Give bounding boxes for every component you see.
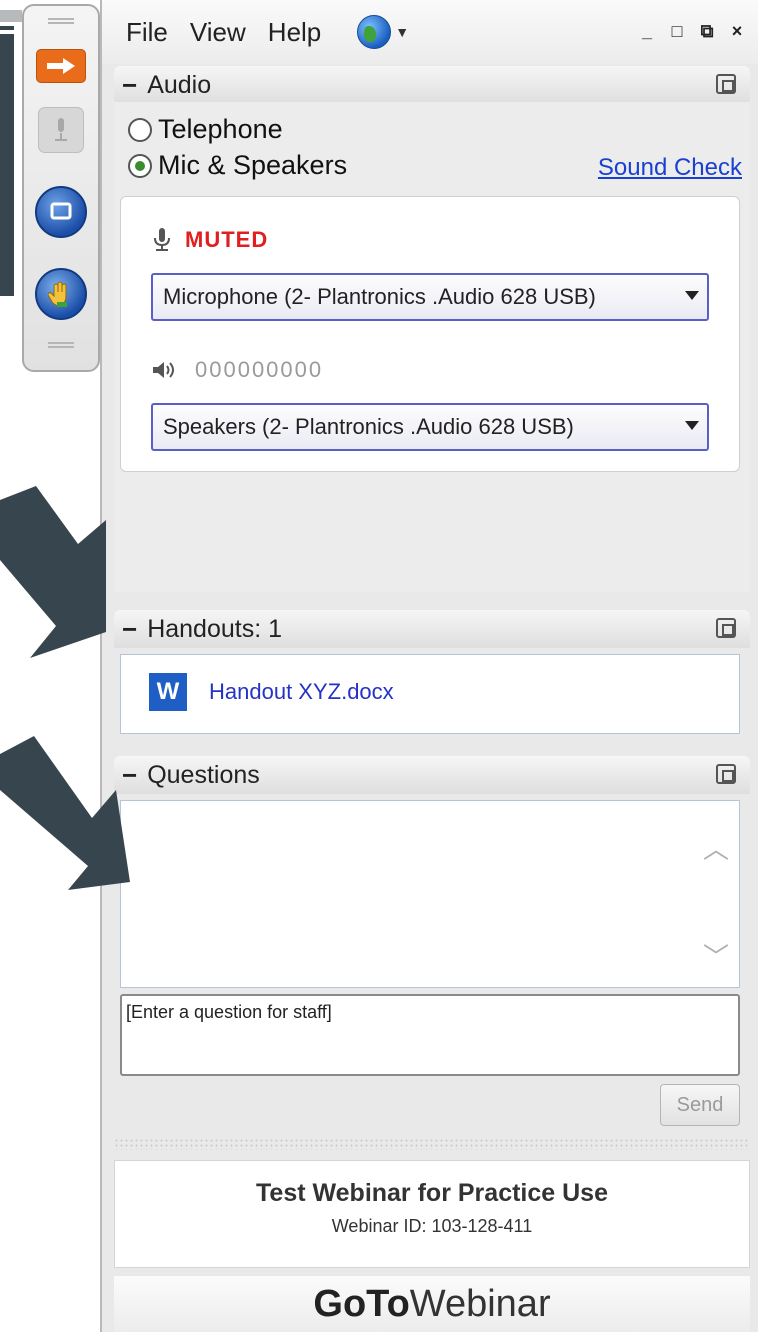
control-toolbar: [22, 4, 100, 372]
arrow-right-icon: [47, 58, 75, 74]
gotowebinar-logo: GoToWebinar: [114, 1276, 750, 1332]
microphone-icon: [55, 118, 67, 141]
handout-file-link[interactable]: Handout XYZ.docx: [209, 679, 394, 705]
microphone-icon: [154, 228, 170, 251]
questions-section-header: − Questions: [114, 756, 750, 794]
chevron-down-icon: ▼: [395, 24, 410, 40]
popout-questions-icon[interactable]: [716, 764, 736, 784]
webinar-control-panel: File View Help ▼ _ □ ⧉ × − Audio Telepho…: [100, 0, 758, 1332]
microphone-select-value: Microphone (2- Plantronics .Audio 628 US…: [163, 284, 596, 309]
speaker-level: 000000000: [151, 357, 323, 383]
handouts-section-header: − Handouts: 1: [114, 610, 750, 648]
muted-label: MUTED: [185, 227, 269, 252]
speaker-icon: [153, 362, 174, 378]
grip-top[interactable]: [48, 18, 74, 24]
audio-settings-card: MUTED Microphone (2- Plantronics .Audio …: [120, 196, 740, 472]
brand-bold: GoTo: [313, 1283, 410, 1325]
language-button[interactable]: ▼: [357, 15, 409, 49]
telephone-radio[interactable]: [128, 117, 152, 142]
speakers-select-value: Speakers (2- Plantronics .Audio 628 USB): [163, 414, 574, 439]
menu-bar: File View Help ▼ _ □ ⧉ ×: [102, 0, 758, 64]
globe-icon: [357, 15, 392, 49]
background-bar: [0, 10, 22, 22]
mic-speakers-label: Mic & Speakers: [158, 150, 348, 180]
menu-help[interactable]: Help: [268, 17, 321, 48]
send-button[interactable]: Send: [660, 1084, 740, 1126]
audio-section-header: − Audio: [114, 66, 750, 104]
audio-panel: Telephone Mic & Speakers Sound Check MUT…: [114, 102, 750, 592]
microphone-select[interactable]: Microphone (2- Plantronics .Audio 628 US…: [151, 273, 709, 321]
chevron-down-icon: [685, 291, 699, 300]
screen-icon: [50, 202, 72, 220]
background-panel: [0, 34, 14, 296]
mic-speakers-option[interactable]: Mic & Speakers: [128, 150, 347, 181]
word-document-icon: W: [149, 673, 187, 711]
scroll-up-icon[interactable]: ︿: [703, 829, 729, 866]
background-line: [0, 26, 14, 30]
popout-handouts-icon[interactable]: [716, 618, 736, 638]
raise-hand-button[interactable]: [32, 264, 90, 324]
toggle-panel-button[interactable]: [32, 46, 90, 86]
questions-title: Questions: [147, 760, 260, 789]
collapse-questions-button[interactable]: −: [122, 762, 137, 788]
menu-file[interactable]: File: [126, 17, 168, 48]
webinar-id: Webinar ID: 103-128-411: [331, 1216, 533, 1236]
sound-check-link[interactable]: Sound Check: [598, 154, 742, 182]
chevron-down-icon: [685, 421, 699, 430]
handouts-list: W Handout XYZ.docx: [120, 654, 740, 734]
mic-speakers-radio[interactable]: [128, 153, 152, 178]
mute-status: MUTED: [151, 227, 268, 253]
handouts-title: Handouts: 1: [147, 614, 283, 643]
grip-bottom[interactable]: [48, 342, 74, 348]
hand-icon: [48, 281, 67, 307]
window-controls: _ □ ⧉ ×: [636, 20, 748, 42]
arrow-to-handouts: [0, 486, 106, 658]
screen-share-button[interactable]: [32, 182, 90, 242]
popout-audio-icon[interactable]: [716, 74, 736, 94]
webinar-info: Test Webinar for Practice Use Webinar ID…: [114, 1160, 750, 1268]
restore-button[interactable]: ⧉: [696, 20, 718, 42]
audio-title: Audio: [147, 70, 212, 99]
questions-log[interactable]: ︿ ﹀: [120, 800, 740, 988]
telephone-option[interactable]: Telephone: [128, 114, 283, 145]
collapse-audio-button[interactable]: −: [122, 72, 137, 98]
telephone-label: Telephone: [158, 114, 283, 144]
minimize-button[interactable]: _: [636, 20, 658, 42]
collapse-handouts-button[interactable]: −: [122, 616, 137, 642]
menu-view[interactable]: View: [190, 17, 246, 48]
close-button[interactable]: ×: [726, 20, 748, 42]
maximize-button[interactable]: □: [666, 20, 688, 42]
speaker-level-meter: 000000000: [195, 357, 324, 382]
webinar-title: Test Webinar for Practice Use: [256, 1179, 608, 1207]
microphone-button[interactable]: [32, 102, 90, 158]
brand-light: Webinar: [409, 1283, 551, 1325]
resize-divider[interactable]: [114, 1138, 750, 1150]
scroll-down-icon[interactable]: ﹀: [703, 937, 729, 974]
speakers-select[interactable]: Speakers (2- Plantronics .Audio 628 USB): [151, 403, 709, 451]
question-input[interactable]: [120, 994, 740, 1076]
